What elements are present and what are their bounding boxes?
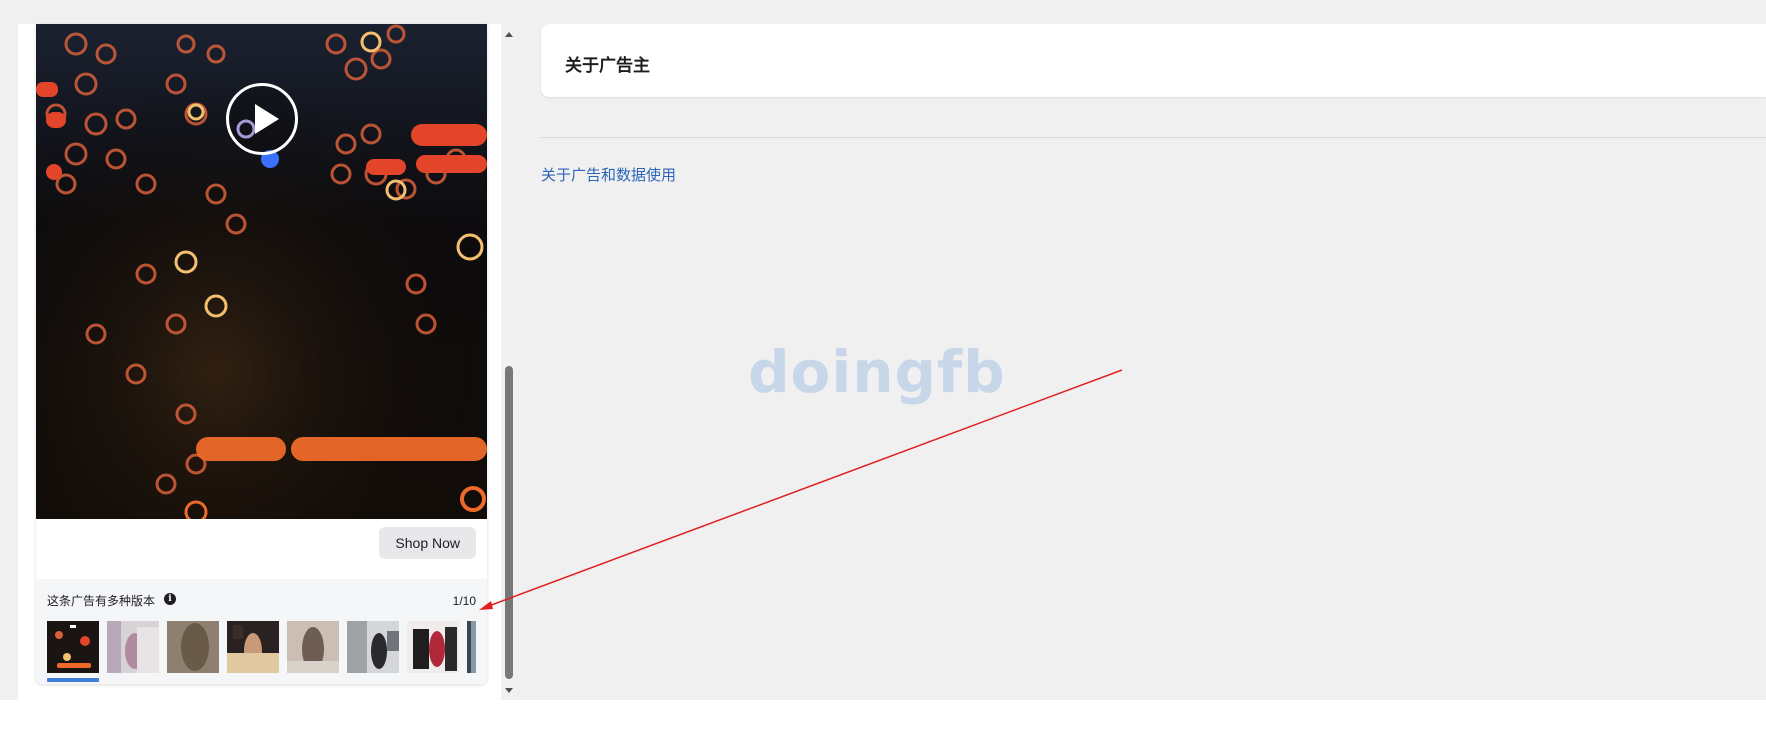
annotation-arrow	[479, 369, 1123, 610]
